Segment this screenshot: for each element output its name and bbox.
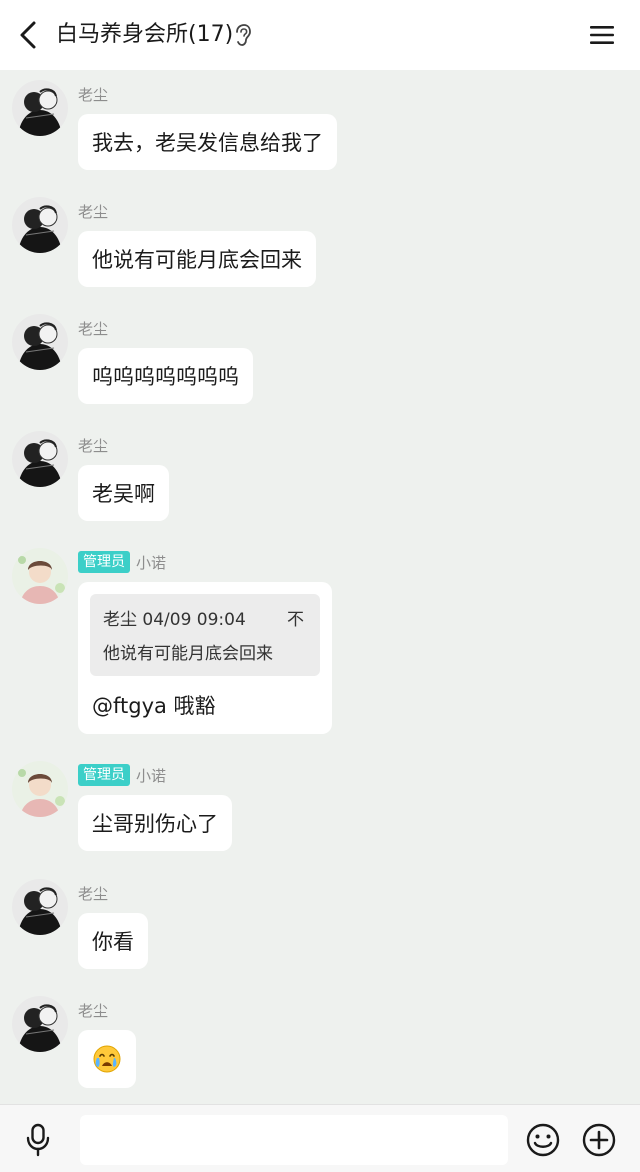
avatar[interactable] bbox=[12, 431, 68, 487]
input-bar bbox=[0, 1104, 640, 1172]
avatar[interactable] bbox=[12, 314, 68, 370]
avatar[interactable] bbox=[12, 548, 68, 604]
message-bubble[interactable]: 尘哥别伤心了 bbox=[78, 795, 232, 851]
quote-pin: 不 bbox=[287, 610, 304, 630]
voice-button[interactable] bbox=[20, 1121, 56, 1159]
sender-name: 小诺 bbox=[136, 766, 167, 785]
admin-badge: 管理员 bbox=[78, 551, 130, 573]
sender-name: 老尘 bbox=[78, 1001, 109, 1020]
smiley-icon bbox=[526, 1123, 560, 1157]
message-item: 管理员 小诺 老尘 04/09 09:04 不 他说有可能月底会回来 @ftgy… bbox=[0, 548, 640, 740]
sender-name: 老尘 bbox=[78, 319, 109, 338]
message-list[interactable]: 老尘 我去，老吴发信息给我了 老尘 他说有可能月底会回来 老尘 呜呜呜呜呜呜呜 … bbox=[0, 70, 640, 1104]
ear-icon bbox=[236, 24, 251, 46]
chat-header: 白马养身会所(17) bbox=[0, 0, 640, 70]
message-bubble[interactable]: 我去，老吴发信息给我了 bbox=[78, 114, 337, 170]
message-bubble[interactable]: 呜呜呜呜呜呜呜 bbox=[78, 348, 253, 404]
message-bubble[interactable]: 他说有可能月底会回来 bbox=[78, 231, 316, 287]
reply-message-bubble[interactable]: 老尘 04/09 09:04 不 他说有可能月底会回来 @ftgya 哦豁 bbox=[78, 582, 332, 734]
sender-name: 老尘 bbox=[78, 884, 109, 903]
plus-circle-icon bbox=[582, 1123, 616, 1157]
group-title: 白马养身会所(17) bbox=[56, 22, 234, 47]
sender-name: 老尘 bbox=[78, 202, 109, 221]
avatar[interactable] bbox=[12, 197, 68, 253]
admin-badge: 管理员 bbox=[78, 764, 130, 786]
quote-meta: 老尘 04/09 09:04 bbox=[103, 610, 246, 630]
avatar[interactable] bbox=[12, 879, 68, 935]
message-item: 老尘 老吴啊 bbox=[0, 431, 640, 527]
hamburger-menu-icon bbox=[590, 26, 614, 44]
avatar[interactable] bbox=[12, 80, 68, 136]
sender-line: 老尘 bbox=[78, 314, 108, 342]
sender-name: 老尘 bbox=[78, 436, 109, 455]
avatar[interactable] bbox=[12, 996, 68, 1052]
sender-line: 管理员 小诺 bbox=[78, 761, 166, 789]
sender-name: 老尘 bbox=[78, 85, 109, 104]
message-item: 老尘 你看 bbox=[0, 879, 640, 975]
emoji-message-bubble[interactable] bbox=[78, 1030, 136, 1088]
chevron-left-icon bbox=[20, 21, 36, 49]
message-item: 老尘 他说有可能月底会回来 bbox=[0, 197, 640, 293]
message-item: 老尘 我去，老吴发信息给我了 bbox=[0, 80, 640, 176]
reply-text: @ftgya 哦豁 bbox=[92, 694, 216, 718]
sender-line: 老尘 bbox=[78, 80, 108, 108]
back-button[interactable] bbox=[10, 16, 46, 54]
message-item: 管理员 小诺 尘哥别伤心了 bbox=[0, 761, 640, 857]
more-button[interactable] bbox=[580, 1121, 618, 1159]
message-bubble[interactable]: 你看 bbox=[78, 913, 148, 969]
sender-line: 老尘 bbox=[78, 197, 108, 225]
sender-line: 老尘 bbox=[78, 431, 108, 459]
sender-line: 老尘 bbox=[78, 879, 108, 907]
quote-text: 他说有可能月底会回来 bbox=[103, 644, 273, 664]
message-item: 老尘 呜呜呜呜呜呜呜 bbox=[0, 314, 640, 410]
sender-line: 管理员 小诺 bbox=[78, 548, 166, 576]
menu-button[interactable] bbox=[584, 17, 620, 53]
quoted-message[interactable]: 老尘 04/09 09:04 不 他说有可能月底会回来 bbox=[90, 594, 320, 676]
message-item: 老尘 bbox=[0, 996, 640, 1096]
message-bubble[interactable]: 老吴啊 bbox=[78, 465, 169, 521]
crying-face-icon bbox=[93, 1045, 121, 1073]
sender-name: 小诺 bbox=[136, 553, 167, 572]
sender-line: 老尘 bbox=[78, 996, 108, 1024]
message-input[interactable] bbox=[80, 1115, 508, 1165]
avatar[interactable] bbox=[12, 761, 68, 817]
emoji-button[interactable] bbox=[524, 1121, 562, 1159]
microphone-icon bbox=[26, 1123, 50, 1157]
